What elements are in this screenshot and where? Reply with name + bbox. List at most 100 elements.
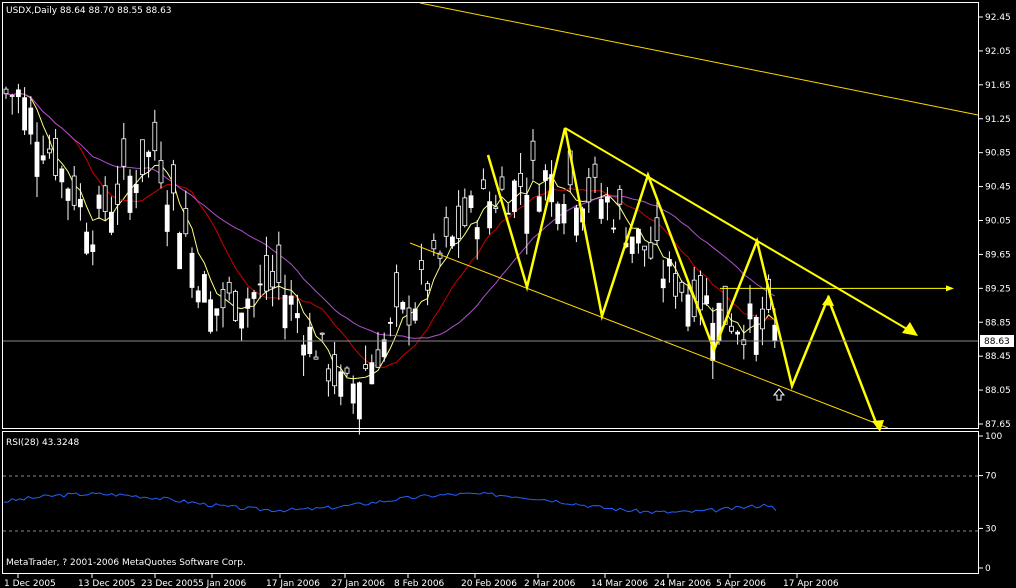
candle-body — [78, 198, 83, 208]
candle-body — [325, 368, 331, 382]
candle-body — [499, 176, 505, 190]
price-tick-label: 89.65 — [985, 250, 1011, 260]
price-tick-label: 89.25 — [985, 284, 1011, 294]
candle-body — [127, 175, 133, 213]
price-tick-label: 92.45 — [985, 13, 1011, 23]
candle-body — [332, 354, 338, 387]
candle-body — [685, 294, 691, 327]
candle-body — [288, 295, 294, 305]
candle-body — [636, 228, 641, 244]
candle-body — [760, 308, 765, 330]
candle-body — [667, 259, 672, 267]
candle-body — [220, 289, 226, 309]
candle-body — [239, 312, 245, 329]
candle-body — [369, 362, 375, 385]
candle-body — [301, 344, 307, 356]
date-tick-label: 5 Jan 2006 — [198, 579, 246, 588]
date-axis: 1 Dec 2005 13 Dec 2005 23 Dec 2005 5 Jan 20… — [4, 574, 839, 588]
candles — [3, 83, 778, 435]
candle-body — [605, 196, 610, 203]
price-tick-label: 87.65 — [985, 420, 1011, 430]
candle-body — [443, 217, 449, 237]
candle-body — [425, 283, 431, 291]
rsi-panel-frame — [2, 431, 979, 574]
candle-body — [96, 194, 102, 209]
rsi-axis: 100 70 30 0 — [978, 432, 1002, 574]
date-tick-label: 14 Mar 2006 — [591, 579, 648, 588]
candle-body — [226, 281, 232, 294]
candle-body — [201, 274, 207, 303]
lower-channel-line — [409, 242, 889, 429]
candle-body — [34, 141, 40, 177]
candle-body — [574, 207, 579, 236]
rsi-tick-label: 0 — [985, 564, 991, 574]
zigzag-mid-arrowhead — [822, 295, 834, 306]
candle-body — [381, 339, 387, 358]
candle-body — [375, 349, 381, 368]
candle-body — [704, 295, 709, 305]
current-price-label: 88.63 — [984, 337, 1010, 347]
candle-body — [121, 138, 127, 167]
candle-body — [189, 252, 195, 288]
candle-body — [251, 292, 257, 299]
date-tick-label: 20 Feb 2006 — [461, 579, 517, 588]
candle-body — [431, 240, 437, 250]
resistance-arrowhead — [902, 322, 918, 336]
candle-body — [480, 179, 486, 189]
candle-body — [65, 188, 71, 201]
rsi-header: RSI(28) 43.3248 — [6, 438, 79, 448]
date-tick-label: 1 Dec 2005 — [4, 579, 56, 588]
candle-body — [772, 324, 778, 342]
candle-body — [536, 196, 542, 212]
candle-body — [456, 205, 462, 239]
candle-body — [518, 172, 523, 187]
candle-body — [59, 168, 65, 183]
price-tick-label: 88.85 — [985, 318, 1011, 328]
candle-body — [698, 275, 703, 311]
candle-body — [753, 317, 759, 355]
rsi-tick-label: 30 — [985, 524, 997, 534]
candle-body — [282, 294, 288, 329]
price-tick-label: 91.65 — [985, 81, 1011, 91]
candle-body — [319, 332, 325, 335]
candle-body — [263, 255, 269, 292]
price-tick-label: 91.25 — [985, 115, 1011, 125]
price-tick-label: 88.05 — [985, 386, 1011, 396]
date-tick-label: 2 Mar 2006 — [524, 579, 576, 588]
candle-body — [487, 201, 493, 229]
up-arrow-marker — [772, 388, 786, 401]
candle-body — [543, 170, 548, 181]
candle-body — [158, 160, 164, 184]
candle-body — [660, 278, 666, 289]
price-tick-label: 90.05 — [985, 217, 1011, 227]
candle-body — [493, 206, 499, 209]
candle-body — [729, 325, 734, 332]
date-tick-label: 5 Apr 2006 — [716, 579, 766, 588]
price-tick-label: 90.85 — [985, 149, 1011, 159]
trend-drawings — [409, 2, 979, 432]
candle-body — [53, 138, 58, 176]
candle-body — [642, 245, 647, 251]
candle-body — [530, 140, 536, 161]
candle-body — [338, 371, 344, 397]
candle-body — [356, 382, 362, 420]
horizontal-level-arrowhead — [946, 285, 954, 292]
candle-body — [418, 260, 424, 270]
candle-body — [592, 163, 598, 178]
date-tick-label: 24 Mar 2006 — [654, 579, 711, 588]
candle-body — [394, 272, 400, 308]
candle-body — [208, 299, 214, 332]
candle-body — [313, 356, 319, 360]
upper-channel-line — [419, 2, 979, 116]
candle-body — [648, 242, 654, 259]
candle-body — [28, 107, 34, 135]
candle-body — [363, 364, 369, 370]
rsi-tick-label: 70 — [985, 472, 997, 482]
candle-body — [170, 164, 176, 194]
candle-body — [232, 291, 238, 321]
rsi-line — [4, 491, 777, 514]
chart-canvas: USDX,Daily 88.64 88.70 88.55 88.63 RSI(2… — [2, 2, 1014, 588]
chart-window: USDX,Daily 88.64 88.70 88.55 88.63 RSI(2… — [0, 0, 1016, 588]
candle-body — [9, 95, 15, 97]
candle-body — [468, 195, 474, 209]
